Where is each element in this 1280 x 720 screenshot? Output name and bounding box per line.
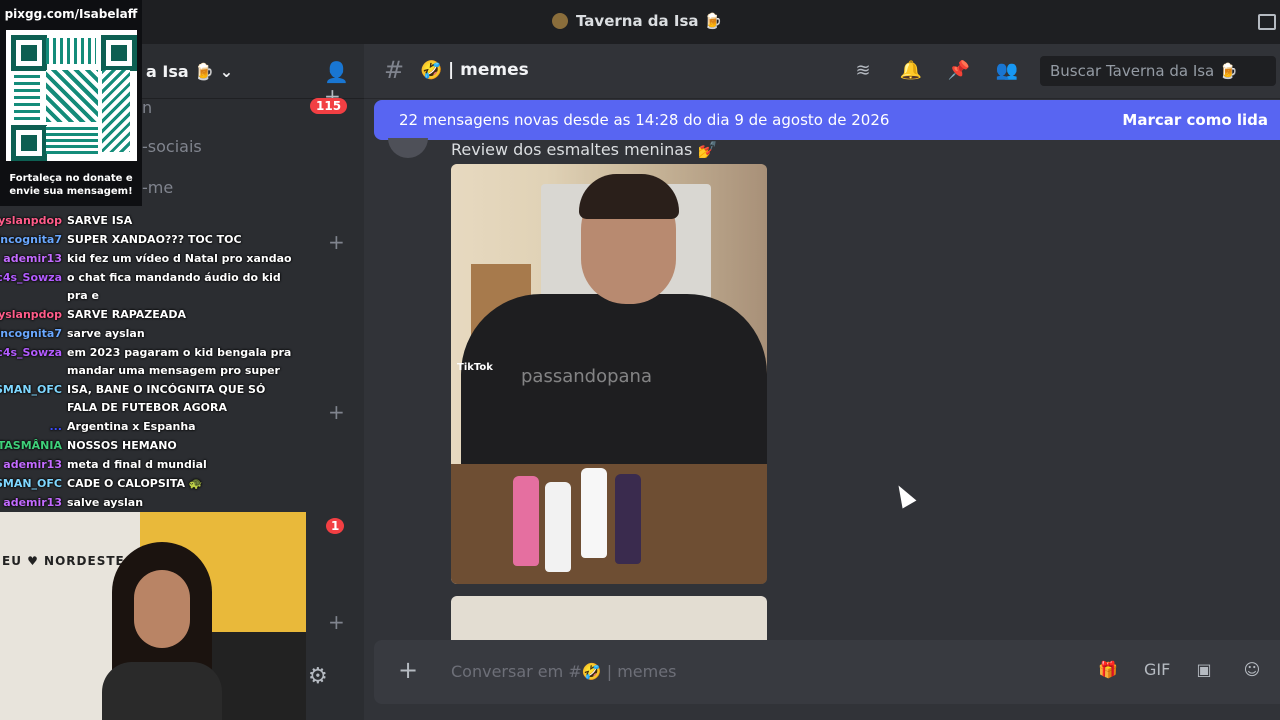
unread-badge: 115 [310, 98, 348, 114]
chat-text: em 2023 pagaram o kid bengala pra mandar… [67, 346, 292, 377]
qr-pattern [46, 38, 96, 64]
chat-username: ademir13 [3, 458, 62, 471]
gear-icon[interactable]: ⚙ [308, 664, 328, 689]
qr-pattern [14, 72, 40, 120]
server-icon [552, 13, 568, 29]
chat-username: Incognita7 [0, 327, 62, 340]
chat-text: ISA, BANE O INCÓGNITA QUE SÓ FALA DE FUT… [67, 383, 266, 414]
video-embed[interactable]: TikTok passandopana [451, 164, 767, 584]
message-composer[interactable]: + Conversar em #🤣 | memes 🎁 GIF ▣ ☺ [374, 640, 1280, 704]
qr-finder [11, 35, 47, 71]
mark-as-read-button[interactable]: Marcar como lida [1122, 111, 1268, 129]
server-name[interactable]: a Isa 🍺 ⌄ [146, 62, 233, 81]
chat-username: ... [49, 420, 62, 433]
inbox-icon[interactable] [1258, 14, 1276, 30]
qr-finder [101, 35, 137, 71]
channel-hash-icon: # [384, 56, 405, 84]
message-input[interactable]: Conversar em #🤣 | memes [451, 662, 676, 681]
streamer-face [134, 570, 190, 648]
chat-text: SARVE RAPAZEADA [67, 308, 186, 321]
qr-code [6, 30, 137, 161]
gif-icon[interactable]: GIF [1144, 660, 1170, 682]
streamer [102, 542, 222, 720]
donation-cta: Fortaleça no donate e envie sua mensagem… [9, 173, 133, 197]
add-channel-icon-2[interactable]: + [328, 400, 345, 424]
sticker-icon[interactable]: ▣ [1192, 660, 1216, 682]
header-toolbar: ≋ 🔔 📌 👥 [850, 60, 1020, 82]
chat-username: Incognita7 [0, 233, 62, 246]
mention-badge: 1 [326, 518, 345, 534]
sidebar-channel-1[interactable]: n [142, 98, 152, 117]
nail-polish-bottle [581, 468, 607, 558]
chat-username: ac4s_Sowza [0, 346, 62, 359]
tapestry-text: EU ♥ NORDESTE [2, 554, 125, 568]
qr-pattern [46, 70, 98, 122]
chat-username: -TASMÂNIA [0, 439, 62, 452]
video-person-hair [579, 174, 679, 219]
qr-pattern [102, 70, 130, 152]
pin-icon[interactable]: 📌 [946, 60, 972, 82]
chat-text: CADE O CALOPSITA 🐢 [67, 477, 203, 490]
chat-text: sarve ayslan [67, 327, 145, 340]
tiktok-logo: TikTok [457, 362, 493, 373]
sidebar-channel-2[interactable]: -sociais [142, 137, 202, 156]
chat-username: SMAN_OFC [0, 477, 62, 490]
channel-header: # 🤣 | memes ≋ 🔔 📌 👥 Buscar Taverna da Is… [364, 44, 1280, 99]
server-title-text: Taverna da Isa 🍺 [576, 12, 723, 30]
webcam-overlay: EU ♥ NORDESTE [0, 512, 306, 720]
chat-text: SARVE ISA [67, 214, 133, 227]
chat-text: NOSSOS HEMANO [67, 439, 177, 452]
nail-polish-bottle [513, 476, 539, 566]
channel-name: | memes [448, 60, 529, 80]
chat-text: salve ayslan [67, 496, 144, 509]
chat-text: meta d final d mundial [67, 458, 207, 471]
qr-pattern [46, 126, 98, 154]
new-messages-text: 22 mensagens novas desde as 14:28 do dia… [399, 111, 890, 129]
donation-panel: pixgg.com/Isabelaff Fortaleça no donate … [0, 0, 142, 206]
new-messages-banner[interactable]: 22 mensagens novas desde as 14:28 do dia… [374, 100, 1280, 140]
chat-text: Argentina x Espanha [67, 420, 196, 433]
video-table [451, 464, 767, 584]
message-text: Review dos esmaltes meninas 💅 [451, 140, 718, 159]
window-title: Taverna da Isa 🍺 [552, 12, 722, 30]
chat-username: ademir13 [3, 252, 62, 265]
chat-username: ayslanpdop [0, 308, 62, 321]
video-watermark: passandopana [521, 366, 652, 387]
add-channel-icon[interactable]: + [328, 230, 345, 254]
chat-username: ayslanpdop [0, 214, 62, 227]
nail-polish-bottle [615, 474, 641, 564]
search-input[interactable]: Buscar Taverna da Isa 🍺 [1040, 56, 1276, 86]
nail-polish-bottle [545, 482, 571, 572]
donation-url: pixgg.com/Isabelaff [4, 7, 138, 21]
chat-username: SMAN_OFC [0, 383, 62, 396]
emoji-icon[interactable]: ☺ [1240, 660, 1264, 682]
members-icon[interactable]: 👥 [994, 60, 1020, 82]
threads-icon[interactable]: ≋ [850, 60, 876, 82]
channel-emoji: 🤣 [420, 60, 443, 81]
add-channel-icon-3[interactable]: + [328, 610, 345, 634]
bell-icon[interactable]: 🔔 [898, 60, 924, 82]
streamer-body [102, 662, 222, 720]
avatar[interactable] [388, 138, 428, 158]
title-bar: Taverna da Isa 🍺 [0, 0, 1280, 44]
chat-text: SUPER XANDAO??? TOC TOC [67, 233, 242, 246]
qr-finder [11, 125, 47, 161]
chat-text: kid fez um vídeo d Natal pro xandao [67, 252, 292, 265]
chat-username: ac4s_Sowza [0, 271, 62, 284]
attach-plus-icon[interactable]: + [398, 656, 418, 684]
gift-icon[interactable]: 🎁 [1096, 660, 1120, 682]
composer-toolbar: 🎁 GIF ▣ ☺ [1096, 660, 1264, 682]
chat-text: o chat fica mandando áudio do kid pra e [67, 271, 281, 302]
chat-username: ademir13 [3, 496, 62, 509]
main-content: # 🤣 | memes ≋ 🔔 📌 👥 Buscar Taverna da Is… [364, 44, 1280, 720]
sidebar-channel-3[interactable]: -me [142, 178, 173, 197]
video-embed-2[interactable] [451, 596, 767, 640]
